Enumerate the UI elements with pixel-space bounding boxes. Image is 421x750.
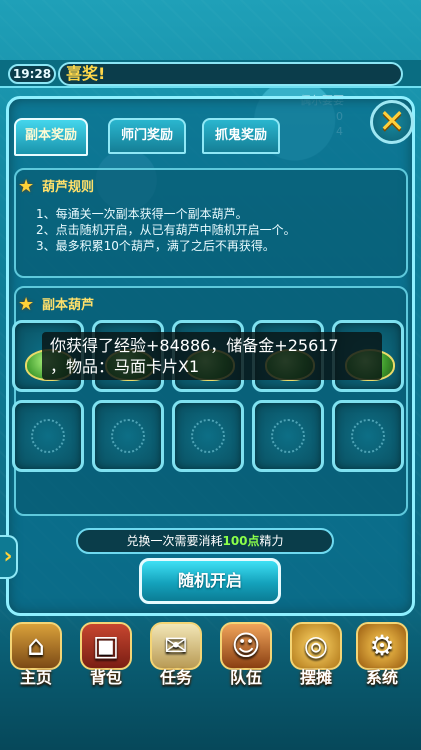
- random-open-button[interactable]: 随机开启: [139, 558, 281, 604]
- chevron-right-icon: ›: [3, 544, 13, 569]
- menu-home-label: 主页: [19, 668, 52, 687]
- gourd-slot-8[interactable]: [172, 400, 244, 472]
- rule-line: 2、点击随机开启，从已有葫芦中随机开启一个。: [36, 223, 296, 237]
- cost-suffix: 精力: [259, 534, 284, 548]
- menu-stall[interactable]: ◎ 摆摊: [284, 620, 348, 692]
- gourd-slot-6[interactable]: [12, 400, 84, 472]
- gear-icon: ⚙: [356, 622, 408, 670]
- menu-task-label: 任务: [159, 668, 192, 687]
- empty-slot-emblem-icon: [351, 419, 385, 453]
- game-screen: 19:28 喜奖! 偶尔要要 0 4 ✕ 副本奖励 师门奖励 抓鬼奖励 ★ 葫芦…: [0, 0, 421, 750]
- empty-slot-emblem-icon: [111, 419, 145, 453]
- menu-bag[interactable]: ▣ 背包: [74, 620, 138, 692]
- gourd-slot-7[interactable]: [92, 400, 164, 472]
- treasure-chest-icon: ▣: [80, 622, 132, 670]
- side-expand-button[interactable]: ›: [0, 535, 18, 579]
- star-icon: ★: [18, 294, 35, 315]
- notification-text: 喜奖!: [66, 64, 106, 83]
- star-icon: ★: [18, 176, 35, 197]
- menu-home[interactable]: ⌂ 主页: [4, 620, 68, 692]
- menu-team-label: 队伍: [229, 668, 262, 687]
- cost-info: 兑换一次需要消耗100点精力: [76, 528, 334, 554]
- team-icon: ☺: [220, 622, 272, 670]
- menu-system-label: 系统: [365, 668, 398, 687]
- menu-team[interactable]: ☺ 队伍: [214, 620, 278, 692]
- close-icon: ✕: [378, 102, 406, 140]
- scroll-icon: ✉: [150, 622, 202, 670]
- rules-title: 葫芦规则: [42, 180, 95, 195]
- rule-line: 3、最多积累10个葫芦，满了之后不再获得。: [36, 239, 275, 253]
- menu-task[interactable]: ✉ 任务: [144, 620, 208, 692]
- tab-ghost-reward[interactable]: 抓鬼奖励: [202, 118, 280, 154]
- gourd-slot-10[interactable]: [332, 400, 404, 472]
- notification-bar[interactable]: [58, 62, 403, 86]
- clock: 19:28: [8, 64, 56, 84]
- close-button[interactable]: ✕: [370, 100, 414, 144]
- coin-icon: ◎: [290, 622, 342, 670]
- cost-prefix: 兑换一次需要消耗: [126, 534, 223, 548]
- empty-slot-emblem-icon: [191, 419, 225, 453]
- reward-tip-line-2: ，物品：马面卡片X1: [50, 357, 200, 376]
- empty-slot-emblem-icon: [31, 419, 65, 453]
- tab-master-reward[interactable]: 师门奖励: [108, 118, 186, 154]
- gourd-slot-9[interactable]: [252, 400, 324, 472]
- menu-bag-label: 背包: [89, 668, 122, 687]
- cost-amount: 100点: [222, 534, 260, 548]
- empty-slot-emblem-icon: [271, 419, 305, 453]
- reward-tip-line-1: 你获得了经验+84886，储备金+25617: [50, 336, 339, 355]
- tab-instance-reward[interactable]: 副本奖励: [14, 118, 88, 156]
- house-icon: ⌂: [10, 622, 62, 670]
- rule-line: 1、每通关一次副本获得一个副本葫芦。: [36, 207, 248, 221]
- menu-system[interactable]: ⚙ 系统: [350, 620, 414, 692]
- gourd-title: 副本葫芦: [42, 298, 95, 313]
- menu-stall-label: 摆摊: [299, 668, 332, 687]
